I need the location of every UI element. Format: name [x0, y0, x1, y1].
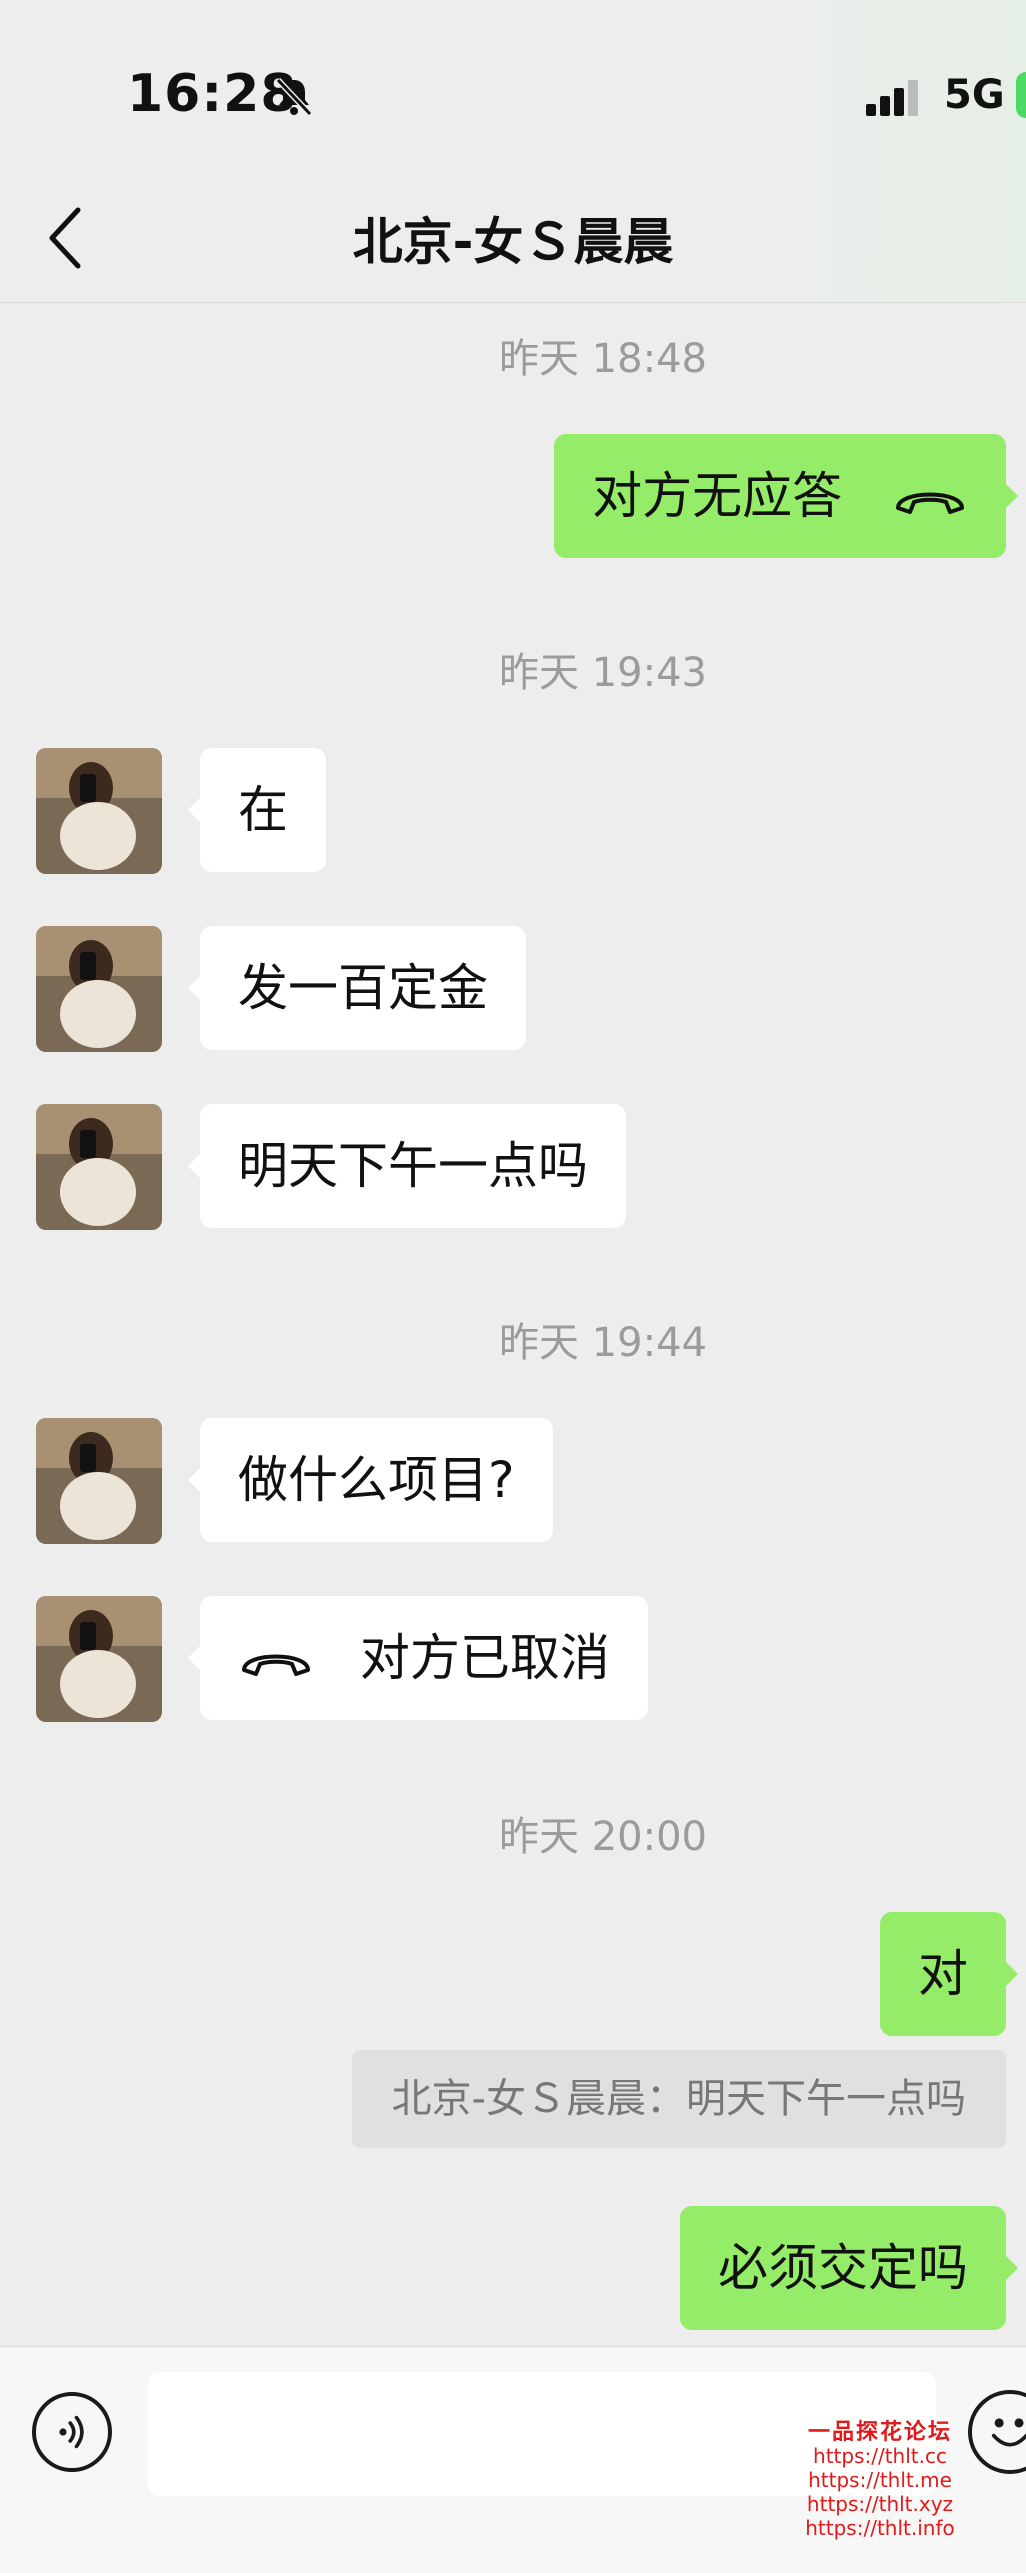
phone-hangup-icon — [896, 492, 964, 514]
message-text: 明天下午一点吗 — [238, 1137, 588, 1195]
quote-text: 北京-女Ｓ晨晨：明天下午一点吗 — [391, 2076, 966, 2122]
chat-title: 北京-女Ｓ晨晨 — [352, 213, 674, 271]
contact-avatar[interactable] — [36, 748, 162, 874]
timestamp: 昨天 19:44 — [499, 1320, 707, 1366]
timestamp: 昨天 20:00 — [499, 1814, 707, 1860]
watermark: 一品探花论坛 https://thlt.cc https://thlt.me h… — [780, 2420, 980, 2540]
received-bubble[interactable]: 发一百定金 — [188, 926, 526, 1050]
sent-bubble[interactable]: 对 — [880, 1912, 1018, 2036]
phone-hangup-icon — [242, 1654, 310, 1676]
battery-icon — [1016, 72, 1026, 118]
received-call-bubble[interactable]: 对方已取消 — [188, 1596, 648, 1720]
message-text: 做什么项目? — [238, 1451, 515, 1509]
received-bubble[interactable]: 在 — [188, 748, 326, 872]
contact-avatar[interactable] — [36, 1596, 162, 1722]
message-text: 在 — [238, 781, 288, 839]
watermark-url[interactable]: https://thlt.info — [780, 2516, 980, 2540]
message-text: 对方已取消 — [359, 1629, 610, 1687]
signal-icon — [866, 80, 918, 116]
contact-avatar[interactable] — [36, 926, 162, 1052]
received-bubble[interactable]: 做什么项目? — [188, 1418, 553, 1542]
watermark-url[interactable]: https://thlt.cc — [780, 2444, 980, 2468]
timestamp: 昨天 19:43 — [499, 650, 707, 696]
contact-avatar[interactable] — [36, 1104, 162, 1230]
received-bubble[interactable]: 明天下午一点吗 — [188, 1104, 626, 1228]
quoted-reply[interactable]: 北京-女Ｓ晨晨：明天下午一点吗 — [351, 2050, 1006, 2148]
sent-call-bubble[interactable]: 对方无应答 — [554, 434, 1018, 558]
voice-icon[interactable] — [32, 2392, 112, 2472]
network-label: 5G — [944, 72, 1005, 118]
watermark-url[interactable]: https://thlt.xyz — [780, 2492, 980, 2516]
timestamp: 昨天 18:48 — [499, 336, 707, 382]
message-text: 发一百定金 — [238, 959, 488, 1017]
message-text: 对 — [918, 1945, 968, 2003]
contact-avatar[interactable] — [36, 1418, 162, 1544]
sent-bubble[interactable]: 必须交定吗 — [680, 2206, 1018, 2330]
message-text: 必须交定吗 — [718, 2239, 968, 2297]
watermark-title: 一品探花论坛 — [807, 2419, 952, 2445]
message-text: 对方无应答 — [592, 467, 843, 525]
watermark-url[interactable]: https://thlt.me — [780, 2468, 980, 2492]
silent-bell-icon — [275, 77, 313, 117]
